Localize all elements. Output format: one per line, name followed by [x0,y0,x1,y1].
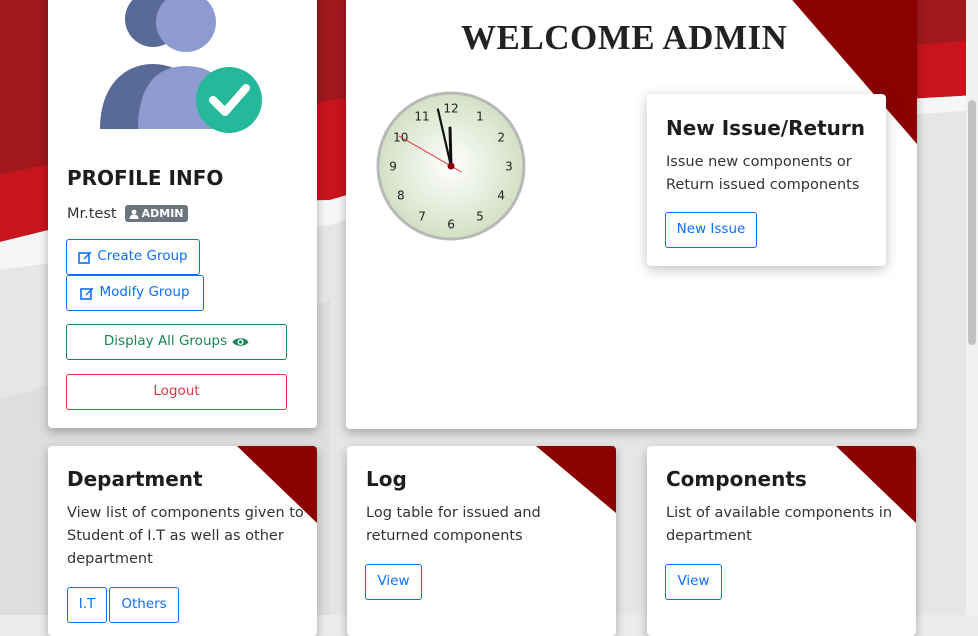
display-all-groups-label: Display All Groups [103,333,228,350]
log-view-button[interactable]: View [365,564,422,600]
log-title: Log [366,467,407,491]
new-issue-card: New Issue/Return Issue new components or… [647,94,886,266]
clock-numeral: 9 [389,160,397,174]
clock-numeral: 6 [447,218,455,232]
welcome-title: WELCOME ADMIN [461,18,788,57]
verified-check-icon [196,67,262,133]
log-description: Log table for issued and returned compon… [366,505,541,544]
modify-group-label: Modify Group [99,284,190,301]
log-card: Log Log table for issued and returned co… [347,446,616,636]
role-badge: ADMIN [124,205,188,222]
it-department-button[interactable]: I.T [67,587,107,623]
edit-icon [80,287,94,300]
clock-numeral: 1 [476,109,484,123]
clock-numeral: 5 [476,210,484,224]
clock-numeral: 4 [497,189,505,203]
department-title: Department [67,467,203,491]
clock-numeral: 7 [418,210,426,224]
log-view-label: View [377,573,410,590]
create-group-button[interactable]: Create Group [66,239,200,275]
create-group-label: Create Group [97,248,188,265]
clock-numeral: 12 [443,102,458,116]
department-card: Department View list of components given… [48,446,317,636]
user-icon [129,209,139,219]
logout-label: Logout [153,383,200,400]
edit-icon [78,251,92,264]
page-scrollbar[interactable] [966,0,978,615]
display-all-groups-button[interactable]: Display All Groups [66,324,287,360]
profile-card: PROFILE INFO Mr.test ADMIN Create Group … [48,0,317,428]
new-issue-description: Issue new components or Return issued co… [666,154,860,193]
clock-numeral: 2 [497,131,505,145]
analog-clock: 121234567891011 [376,91,526,241]
modify-group-button[interactable]: Modify Group [66,275,204,311]
department-description: View list of components given to Student… [67,505,304,567]
clock-numeral: 8 [397,189,405,203]
role-badge-label: ADMIN [141,207,184,220]
scrollbar-thumb[interactable] [968,100,976,345]
logout-button[interactable]: Logout [66,374,287,410]
it-button-label: I.T [78,596,96,613]
profile-heading: PROFILE INFO [67,166,224,190]
new-issue-button-label: New Issue [676,221,746,238]
components-description: List of available components in departme… [666,505,893,544]
components-view-label: View [677,573,710,590]
avatar [100,0,262,133]
clock-numeral: 11 [414,109,429,123]
user-line: Mr.test ADMIN [67,205,188,222]
clock-numeral: 3 [505,160,513,174]
new-issue-title: New Issue/Return [666,116,865,140]
others-button-label: Others [121,596,167,613]
others-department-button[interactable]: Others [109,587,179,623]
clock-pivot [447,162,455,170]
username: Mr.test [67,205,117,222]
components-card: Components List of available components … [647,446,916,636]
components-title: Components [666,467,807,491]
eye-icon [232,338,249,346]
new-issue-button[interactable]: New Issue [665,212,757,248]
components-view-button[interactable]: View [665,564,722,600]
